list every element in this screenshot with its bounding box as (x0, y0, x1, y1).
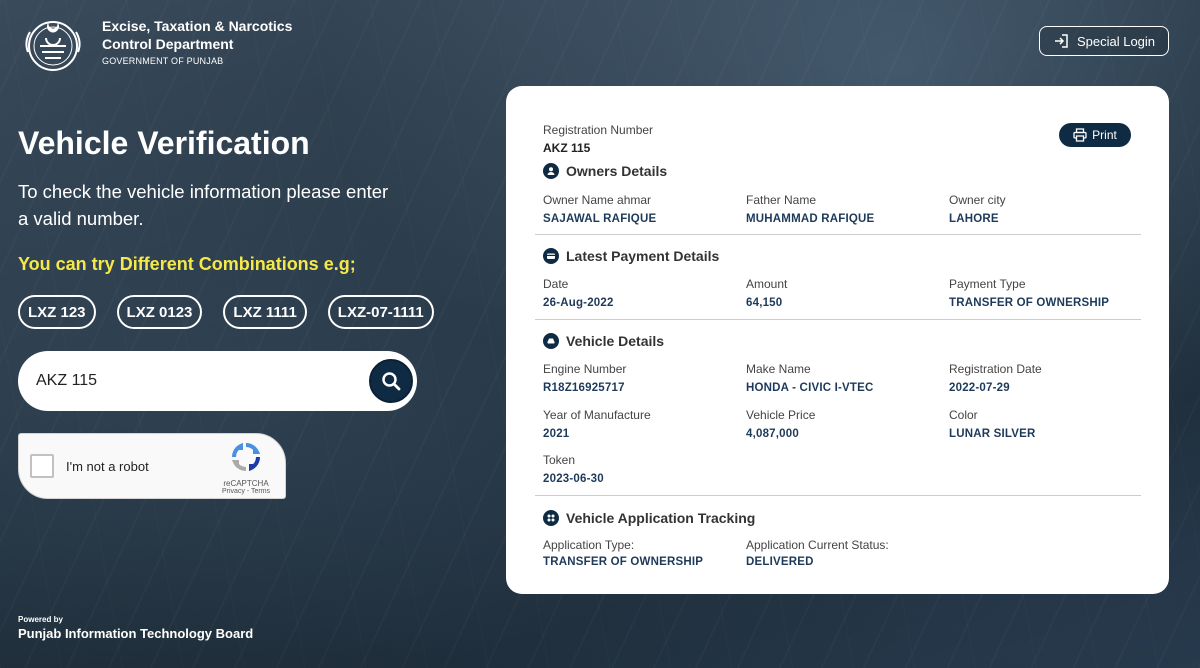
field-value: TRANSFER OF OWNERSHIP (949, 297, 1110, 309)
divider (535, 319, 1141, 320)
page-subtitle: To check the vehicle information please … (18, 181, 389, 229)
field-value: 26-Aug-2022 (543, 297, 614, 309)
special-login-label: Special Login (1076, 33, 1156, 49)
example-chip[interactable]: LXZ 123 (18, 295, 96, 329)
govt-name: GOVERNMENT OF PUNJAB (102, 55, 224, 66)
field-value: LAHORE (949, 213, 999, 225)
owners-details-title: Owners Details (566, 163, 668, 179)
field-label: Amount (746, 277, 788, 291)
example-chips: LXZ 123 LXZ 0123 LXZ 1111 LXZ-07-1111 (18, 295, 455, 329)
example-chip[interactable]: LXZ-07-1111 (327, 295, 434, 329)
field-value: 64,150 (746, 297, 783, 309)
divider (535, 234, 1141, 235)
dept-name-line1: Excise, Taxation & Narcotics (102, 17, 293, 34)
vehicle-details-title: Vehicle Details (566, 333, 665, 349)
divider (535, 495, 1141, 496)
recaptcha-widget: I'm not a robot reCAPTCHA Privacy - Term… (18, 433, 286, 499)
owner-name-field: Owner Name ahmar SAJAWAL RAFIQUE (543, 193, 656, 225)
field-value: 2021 (543, 428, 570, 440)
recaptcha-brand: reCAPTCHA (223, 479, 269, 488)
application-status-field: Application Current Status: DELIVERED (746, 538, 889, 568)
field-value: DELIVERED (746, 556, 814, 568)
application-type-field: Application Type: TRANSFER OF OWNERSHIP (543, 538, 703, 568)
recaptcha-icon (231, 442, 261, 472)
print-label: Print (1092, 128, 1117, 142)
field-label: Color (949, 408, 978, 422)
year-of-manufacture-field: Year of Manufacture 2021 (543, 408, 651, 440)
owners-details-heading: Owners Details (543, 163, 667, 179)
search-button[interactable] (369, 359, 413, 403)
brand[interactable]: Excise, Taxation & Narcotics Control Dep… (18, 12, 292, 72)
registration-search-input[interactable] (36, 372, 356, 390)
special-login-button[interactable]: Special Login (1039, 26, 1169, 56)
recaptcha-label: I'm not a robot (66, 458, 149, 474)
payment-icon (543, 248, 559, 264)
father-name-field: Father Name MUHAMMAD RAFIQUE (746, 193, 874, 225)
registration-number-value: AKZ 115 (543, 141, 591, 155)
application-tracking-heading: Vehicle Application Tracking (543, 510, 755, 526)
payment-details-heading: Latest Payment Details (543, 248, 719, 264)
field-label: Year of Manufacture (543, 408, 651, 422)
example-chip[interactable]: LXZ 0123 (116, 295, 203, 329)
application-tracking-title: Vehicle Application Tracking (566, 510, 756, 526)
field-label: Owner Name ahmar (543, 193, 652, 207)
field-label: Make Name (746, 362, 811, 376)
punjab-logo-icon (18, 12, 88, 72)
vehicle-details-heading: Vehicle Details (543, 333, 664, 349)
make-name-field: Make Name HONDA - CIVIC I-VTEC (746, 362, 874, 394)
recaptcha-checkbox[interactable] (30, 454, 54, 478)
field-label: Application Type: (543, 538, 635, 552)
field-value: TRANSFER OF OWNERSHIP (543, 556, 704, 568)
car-icon (543, 333, 559, 349)
field-label: Vehicle Price (746, 408, 816, 422)
powered-by: Powered by Punjab Information Technology… (18, 615, 253, 641)
login-icon (1054, 34, 1068, 48)
field-label: Owner city (949, 193, 1006, 207)
payment-amount-field: Amount 64,150 (746, 277, 787, 309)
field-label: Date (543, 277, 569, 291)
payment-date-field: Date 26-Aug-2022 (543, 277, 614, 309)
payment-type-field: Payment Type TRANSFER OF OWNERSHIP (949, 277, 1109, 309)
field-value: MUHAMMAD RAFIQUE (746, 213, 875, 225)
dept-name-line2: Control Department (102, 35, 234, 52)
vehicle-result-card: Registration Number AKZ 115 Print Owners… (506, 86, 1169, 594)
field-value: 2023-06-30 (543, 473, 604, 485)
color-field: Color LUNAR SILVER (949, 408, 1036, 440)
field-label: Father Name (746, 193, 817, 207)
user-icon (543, 163, 559, 179)
field-label: Engine Number (543, 362, 627, 376)
vehicle-price-field: Vehicle Price 4,087,000 (746, 408, 815, 440)
field-value: 2022-07-29 (949, 382, 1010, 394)
print-button[interactable]: Print (1059, 123, 1131, 147)
field-label: Token (543, 453, 576, 467)
field-value: SAJAWAL RAFIQUE (543, 213, 657, 225)
field-value: HONDA - CIVIC I-VTEC (746, 382, 874, 394)
field-value: LUNAR SILVER (949, 428, 1036, 440)
try-combinations-text: You can try Different Combinations e.g; (18, 254, 356, 274)
token-field: Token 2023-06-30 (543, 453, 604, 485)
recaptcha-links[interactable]: Privacy - Terms (217, 488, 275, 495)
search-icon (382, 372, 401, 391)
search-box (18, 351, 417, 411)
owner-city-field: Owner city LAHORE (949, 193, 1006, 225)
engine-number-field: Engine Number R18Z16925717 (543, 362, 626, 394)
tracking-icon (543, 510, 559, 526)
field-value: R18Z16925717 (543, 382, 625, 394)
example-chip[interactable]: LXZ 1111 (223, 295, 307, 329)
registration-number-label: Registration Number (543, 123, 654, 137)
field-value: 4,087,000 (746, 428, 799, 440)
field-label: Payment Type (949, 277, 1026, 291)
field-label: Application Current Status: (746, 538, 889, 552)
print-icon (1073, 128, 1087, 142)
powered-by-label: Powered by (18, 615, 63, 624)
field-label: Registration Date (949, 362, 1042, 376)
registration-date-field: Registration Date 2022-07-29 (949, 362, 1042, 394)
powered-by-org: Punjab Information Technology Board (18, 626, 254, 641)
page-title: Vehicle Verification (18, 125, 310, 161)
payment-details-title: Latest Payment Details (566, 248, 720, 264)
